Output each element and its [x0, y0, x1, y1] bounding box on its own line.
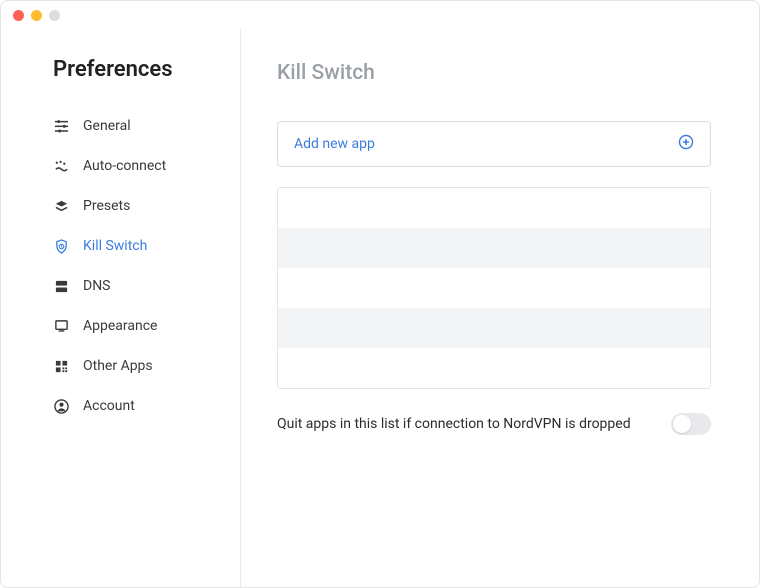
sidebar-item-label: General — [83, 118, 131, 134]
add-new-app-label: Add new app — [294, 136, 375, 152]
page-title: Kill Switch — [277, 61, 711, 85]
sidebar: Preferences General Auto-connect Presets… — [1, 29, 241, 587]
toggle-knob — [673, 415, 691, 433]
sidebar-item-dns[interactable]: DNS — [1, 266, 240, 306]
sidebar-item-label: Account — [83, 398, 135, 414]
sidebar-item-label: DNS — [83, 278, 111, 294]
app-list-row — [278, 348, 710, 388]
quit-apps-toggle-row: Quit apps in this list if connection to … — [277, 413, 711, 435]
app-list-row — [278, 188, 710, 228]
sidebar-item-account[interactable]: Account — [1, 386, 240, 426]
add-new-app-button[interactable]: Add new app — [277, 121, 711, 167]
user-icon — [53, 398, 69, 414]
minimize-window-button[interactable] — [31, 10, 42, 21]
sidebar-item-auto-connect[interactable]: Auto-connect — [1, 146, 240, 186]
app-list — [277, 187, 711, 389]
close-window-button[interactable] — [13, 10, 24, 21]
app-list-row — [278, 268, 710, 308]
sidebar-item-label: Presets — [83, 198, 130, 214]
sidebar-item-other-apps[interactable]: Other Apps — [1, 346, 240, 386]
window-titlebar — [1, 1, 759, 29]
sidebar-item-appearance[interactable]: Appearance — [1, 306, 240, 346]
quit-apps-toggle[interactable] — [671, 413, 711, 435]
sidebar-item-presets[interactable]: Presets — [1, 186, 240, 226]
plus-circle-icon — [678, 134, 694, 154]
zoom-window-button[interactable] — [49, 10, 60, 21]
sidebar-item-label: Other Apps — [83, 358, 153, 374]
app-list-row — [278, 228, 710, 268]
shield-clock-icon — [53, 238, 69, 254]
sidebar-item-label: Appearance — [83, 318, 157, 334]
sliders-icon — [53, 118, 69, 134]
sidebar-item-general[interactable]: General — [1, 106, 240, 146]
sidebar-item-kill-switch[interactable]: Kill Switch — [1, 226, 240, 266]
server-icon — [53, 278, 69, 294]
auto-connect-icon — [53, 158, 69, 174]
sidebar-item-label: Auto-connect — [83, 158, 166, 174]
app-list-row — [278, 308, 710, 348]
sidebar-item-label: Kill Switch — [83, 238, 147, 254]
sidebar-title: Preferences — [1, 57, 240, 106]
main-panel: Kill Switch Add new app Quit apps in thi… — [241, 29, 759, 587]
quit-apps-toggle-label: Quit apps in this list if connection to … — [277, 416, 631, 432]
layers-icon — [53, 198, 69, 214]
grid-icon — [53, 358, 69, 374]
monitor-icon — [53, 318, 69, 334]
